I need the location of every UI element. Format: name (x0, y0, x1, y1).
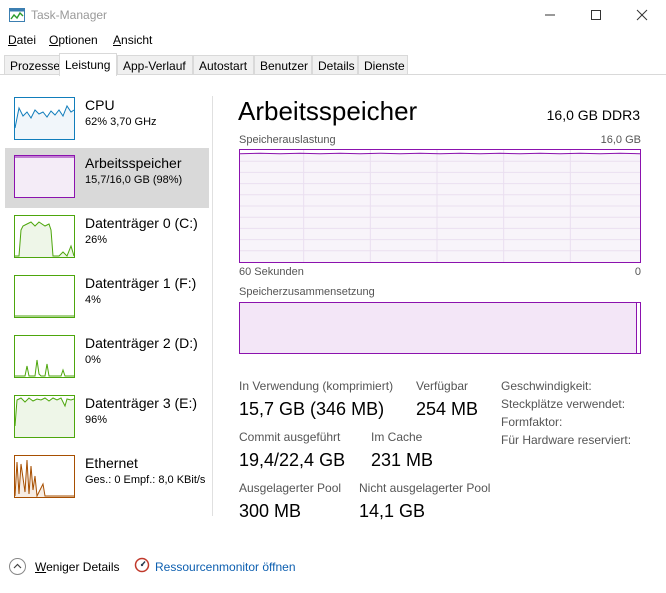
resource-name: Datenträger 3 (E:) (85, 395, 198, 411)
task-manager-window: Task-Manager Datei Optionen Ansicht Proz… (0, 0, 666, 593)
resource-name: CPU (85, 97, 115, 113)
usage-graph-max: 16,0 GB (600, 134, 641, 146)
tab-app-verlauf[interactable]: App-Verlauf (117, 55, 193, 75)
paged-pool-label: Ausgelagerter Pool (239, 481, 342, 495)
resource-item-disk-2[interactable]: Datenträger 2 (D:) 0% (5, 328, 209, 388)
speed-label: Geschwindigkeit: (501, 379, 592, 393)
resource-value: 4% (85, 294, 101, 306)
resource-item-cpu[interactable]: CPU 62% 3,70 GHz (5, 90, 209, 150)
resource-item-disk-1[interactable]: Datenträger 1 (F:) 4% (5, 268, 209, 328)
memory-thumbnail-graph (14, 155, 75, 198)
task-manager-app-icon (9, 8, 25, 22)
tab-prozesse[interactable]: Prozesse (4, 55, 60, 75)
resource-item-memory[interactable]: Arbeitsspeicher 15,7/16,0 GB (98%) (5, 148, 209, 208)
resource-value: 62% 3,70 GHz (85, 116, 157, 128)
disk-3-mini-graph (15, 397, 74, 437)
fewer-details-button[interactable] (9, 558, 26, 575)
resource-item-disk-0[interactable]: Datenträger 0 (C:) 26% (5, 208, 209, 268)
resource-name: Ethernet (85, 455, 138, 471)
disk-1-thumbnail-graph (14, 275, 75, 318)
menu-datei[interactable]: Datei (8, 33, 36, 47)
resource-item-disk-3[interactable]: Datenträger 3 (E:) 96% (5, 388, 209, 448)
disk-0-thumbnail-graph (14, 215, 75, 258)
graph-time-left: 60 Sekunden (239, 266, 304, 278)
close-button[interactable] (619, 0, 665, 30)
window-title: Task-Manager (31, 8, 108, 22)
cpu-thumbnail-graph (14, 97, 75, 140)
resource-name: Datenträger 0 (C:) (85, 215, 198, 231)
tab-strip: Prozesse Leistung App-Verlauf Autostart … (0, 53, 666, 76)
hardware-reserved-label: Für Hardware reserviert: (501, 433, 632, 447)
tab-benutzer[interactable]: Benutzer (254, 55, 312, 75)
resource-value: Ges.: 0 Empf.: 8,0 KBit/s (85, 474, 206, 486)
memory-mini-graph (15, 156, 74, 158)
disk-0-mini-graph (15, 221, 74, 257)
nonpaged-pool-label: Nicht ausgelagerter Pool (359, 481, 491, 495)
sidebar-divider (212, 96, 213, 516)
ethernet-thumbnail-graph (14, 455, 75, 498)
paged-pool-value: 300 MB (239, 501, 302, 521)
title-bar[interactable]: Task-Manager (0, 0, 666, 30)
memory-usage-line (240, 152, 640, 155)
tab-autostart[interactable]: Autostart (193, 55, 254, 75)
memory-usage-area (240, 153, 640, 262)
tab-details[interactable]: Details (312, 55, 358, 75)
disk-1-mini-graph (15, 315, 74, 317)
commit-label: Commit ausgeführt (239, 430, 341, 444)
usage-graph-label: Speicherauslastung (239, 134, 336, 146)
available-label: Verfügbar (416, 379, 469, 393)
disk-3-thumbnail-graph (14, 395, 75, 438)
menu-bar: Datei Optionen Ansicht (0, 31, 666, 49)
resource-monitor-link[interactable]: Ressourcenmonitor öffnen (155, 560, 296, 574)
fewer-details-link[interactable]: Weniger Details (35, 560, 119, 574)
ethernet-mini-graph (15, 459, 74, 497)
memory-spec: 16,0 GB DDR3 (546, 107, 640, 123)
resource-item-ethernet[interactable]: Ethernet Ges.: 0 Empf.: 8,0 KBit/s (5, 448, 209, 508)
menu-ansicht[interactable]: Ansicht (113, 33, 152, 47)
maximize-button[interactable] (573, 0, 619, 30)
commit-value: 19,4/22,4 GB (239, 450, 346, 470)
nonpaged-pool-value: 14,1 GB (359, 501, 426, 521)
page-title: Arbeitsspeicher (238, 96, 418, 126)
resource-value: 96% (85, 414, 108, 426)
resource-value: 26% (85, 234, 108, 246)
maximize-icon (591, 10, 601, 20)
cache-value: 231 MB (371, 450, 434, 470)
form-factor-label: Formfaktor: (501, 415, 563, 429)
cpu-mini-graph (15, 104, 74, 139)
memory-usage-graph-svg (240, 150, 640, 262)
tab-leistung[interactable]: Leistung (59, 53, 117, 76)
resource-value: 0% (85, 354, 101, 366)
tab-dienste[interactable]: Dienste (358, 55, 408, 75)
graph-time-right: 0 (634, 266, 641, 278)
chevron-up-icon (13, 563, 22, 569)
slots-label: Steckplätze verwendet: (501, 397, 626, 411)
available-value: 254 MB (416, 399, 479, 419)
resource-name: Datenträger 2 (D:) (85, 335, 198, 351)
disk-2-mini-graph (15, 359, 74, 377)
memory-composition-bar (239, 302, 641, 354)
composition-label: Speicherzusammensetzung (239, 286, 375, 298)
resource-list: CPU 62% 3,70 GHz Arbeitsspeicher 15,7/16… (0, 90, 212, 520)
footer: Weniger Details Ressourcenmonitor öffnen (0, 545, 666, 593)
resource-monitor-icon (134, 557, 150, 573)
memory-composition-free (636, 303, 640, 353)
memory-usage-graph (239, 149, 641, 263)
resource-name: Datenträger 1 (F:) (85, 275, 197, 291)
resource-value: 15,7/16,0 GB (98%) (85, 174, 183, 186)
cache-label: Im Cache (371, 430, 423, 444)
minimize-icon (545, 14, 555, 16)
minimize-button[interactable] (527, 0, 573, 30)
menu-optionen[interactable]: Optionen (49, 33, 98, 47)
in-use-value: 15,7 GB (346 MB) (239, 399, 385, 419)
close-icon (636, 9, 648, 21)
in-use-label: In Verwendung (komprimiert) (239, 379, 394, 393)
disk-2-thumbnail-graph (14, 335, 75, 378)
resource-name: Arbeitsspeicher (85, 155, 182, 171)
